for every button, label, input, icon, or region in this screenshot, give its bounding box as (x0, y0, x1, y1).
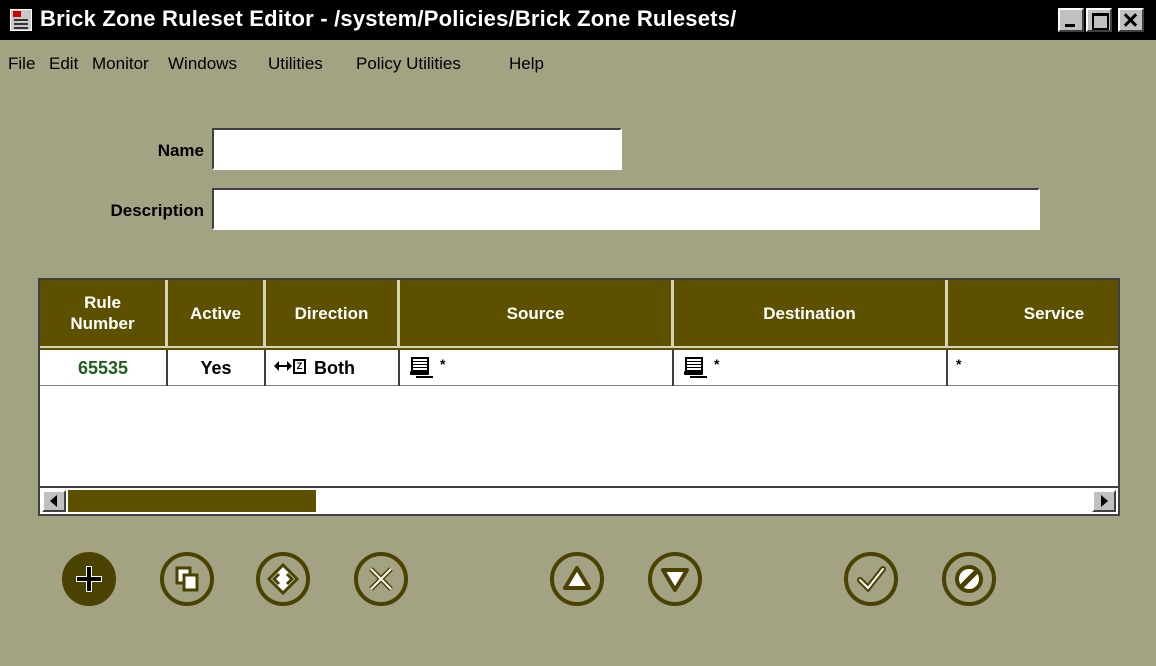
zone-icon-text: Z (293, 359, 306, 374)
column-header-destination[interactable]: Destination (674, 280, 948, 348)
delete-rule-button[interactable] (354, 552, 408, 606)
column-header-active[interactable]: Active (168, 280, 266, 348)
cell-rule-number[interactable]: 65535 (40, 350, 168, 386)
menu-file[interactable]: File (8, 54, 35, 74)
cancel-button[interactable] (942, 552, 996, 606)
both-direction-icon: Z (274, 359, 306, 377)
scroll-left-button[interactable] (42, 490, 66, 512)
column-header-service[interactable]: Service (948, 280, 1118, 348)
active-text: Yes (200, 357, 232, 378)
description-input[interactable] (212, 188, 1040, 230)
plus-icon (76, 566, 102, 592)
scroll-thumb[interactable] (68, 490, 316, 512)
check-icon (857, 566, 886, 593)
menu-bar: File Edit Monitor Windows Utilities Poli… (0, 54, 700, 84)
cell-direction[interactable]: Z Both (266, 350, 400, 386)
column-header-direction[interactable]: Direction (266, 280, 400, 348)
table-header: Rule Number Active Direction Source Dest… (40, 280, 1118, 350)
diamond-arrows-icon (266, 562, 300, 596)
copy-icon (175, 566, 199, 592)
move-down-button[interactable] (648, 552, 702, 606)
description-label: Description (110, 201, 204, 220)
name-label: Name (157, 141, 204, 160)
rule-number-text: 65535 (77, 357, 129, 378)
menu-help[interactable]: Help (509, 54, 544, 74)
column-header-source[interactable]: Source (400, 280, 674, 348)
menu-windows[interactable]: Windows (168, 54, 237, 74)
add-rule-button[interactable] (62, 552, 116, 606)
menu-policy-utilities[interactable]: Policy Utilities (356, 54, 461, 74)
host-icon (684, 357, 706, 379)
ruleset-editor-window: Brick Zone Ruleset Editor - /system/Poli… (0, 0, 1156, 666)
menu-edit[interactable]: Edit (49, 54, 78, 74)
cell-service[interactable]: * (948, 350, 1118, 386)
close-button[interactable] (1118, 8, 1144, 32)
cell-destination[interactable]: * (674, 350, 948, 386)
name-input[interactable] (212, 128, 622, 170)
table-row[interactable]: 65535 Yes Z Both * * * (40, 350, 1118, 386)
move-up-button[interactable] (550, 552, 604, 606)
host-icon (410, 357, 432, 379)
direction-text: Both (314, 357, 355, 378)
apply-button[interactable] (844, 552, 898, 606)
slash-circle-icon (955, 565, 983, 593)
triangle-down-icon (661, 568, 689, 592)
window-title: Brick Zone Ruleset Editor - /system/Poli… (40, 6, 737, 31)
title-bar[interactable]: Brick Zone Ruleset Editor - /system/Poli… (0, 0, 1156, 40)
app-icon[interactable] (10, 9, 32, 31)
edit-rule-button[interactable] (256, 552, 310, 606)
service-text: * (956, 356, 962, 372)
menu-utilities[interactable]: Utilities (268, 54, 323, 74)
column-header-rule-number[interactable]: Rule Number (40, 280, 168, 348)
minimize-button[interactable] (1058, 8, 1084, 32)
x-icon (369, 567, 393, 591)
scroll-right-button[interactable] (1092, 490, 1116, 512)
menu-monitor[interactable]: Monitor (92, 54, 149, 74)
source-text: * (440, 356, 446, 372)
rules-table: Rule Number Active Direction Source Dest… (38, 278, 1120, 516)
triangle-up-icon (563, 566, 591, 590)
maximize-button[interactable] (1086, 8, 1112, 32)
destination-text: * (714, 356, 720, 372)
cell-source[interactable]: * (400, 350, 674, 386)
horizontal-scrollbar[interactable] (40, 486, 1118, 514)
copy-rule-button[interactable] (160, 552, 214, 606)
cell-active[interactable]: Yes (168, 350, 266, 386)
